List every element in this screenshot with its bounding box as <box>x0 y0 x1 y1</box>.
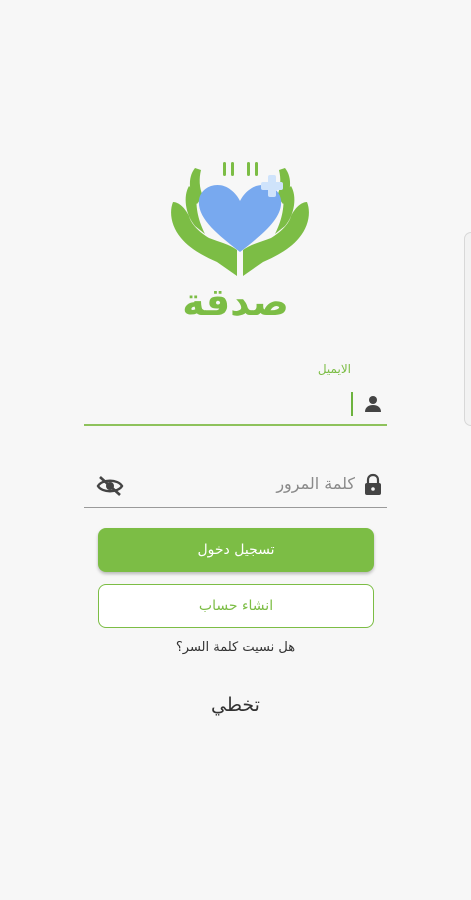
password-placeholder: كلمة المرور <box>276 474 355 493</box>
edge-panel-handle[interactable] <box>464 232 471 426</box>
brand-name: صدقة <box>182 280 289 324</box>
login-button[interactable]: تسجيل دخول <box>98 528 374 572</box>
email-field[interactable]: الايميل <box>84 360 387 426</box>
person-icon <box>365 396 381 412</box>
email-underline <box>84 424 387 426</box>
skip-link[interactable]: تخطي <box>0 694 471 716</box>
text-cursor <box>351 392 353 416</box>
eye-off-icon[interactable] <box>96 474 124 498</box>
email-label: الايميل <box>317 362 351 376</box>
password-underline <box>84 507 387 508</box>
lock-icon <box>365 473 381 495</box>
signup-button[interactable]: انشاء حساب <box>98 584 374 628</box>
password-field[interactable]: كلمة المرور <box>84 462 387 508</box>
charity-logo-icon <box>171 162 309 276</box>
forgot-password-link[interactable]: هل نسيت كلمة السر؟ <box>0 640 471 655</box>
